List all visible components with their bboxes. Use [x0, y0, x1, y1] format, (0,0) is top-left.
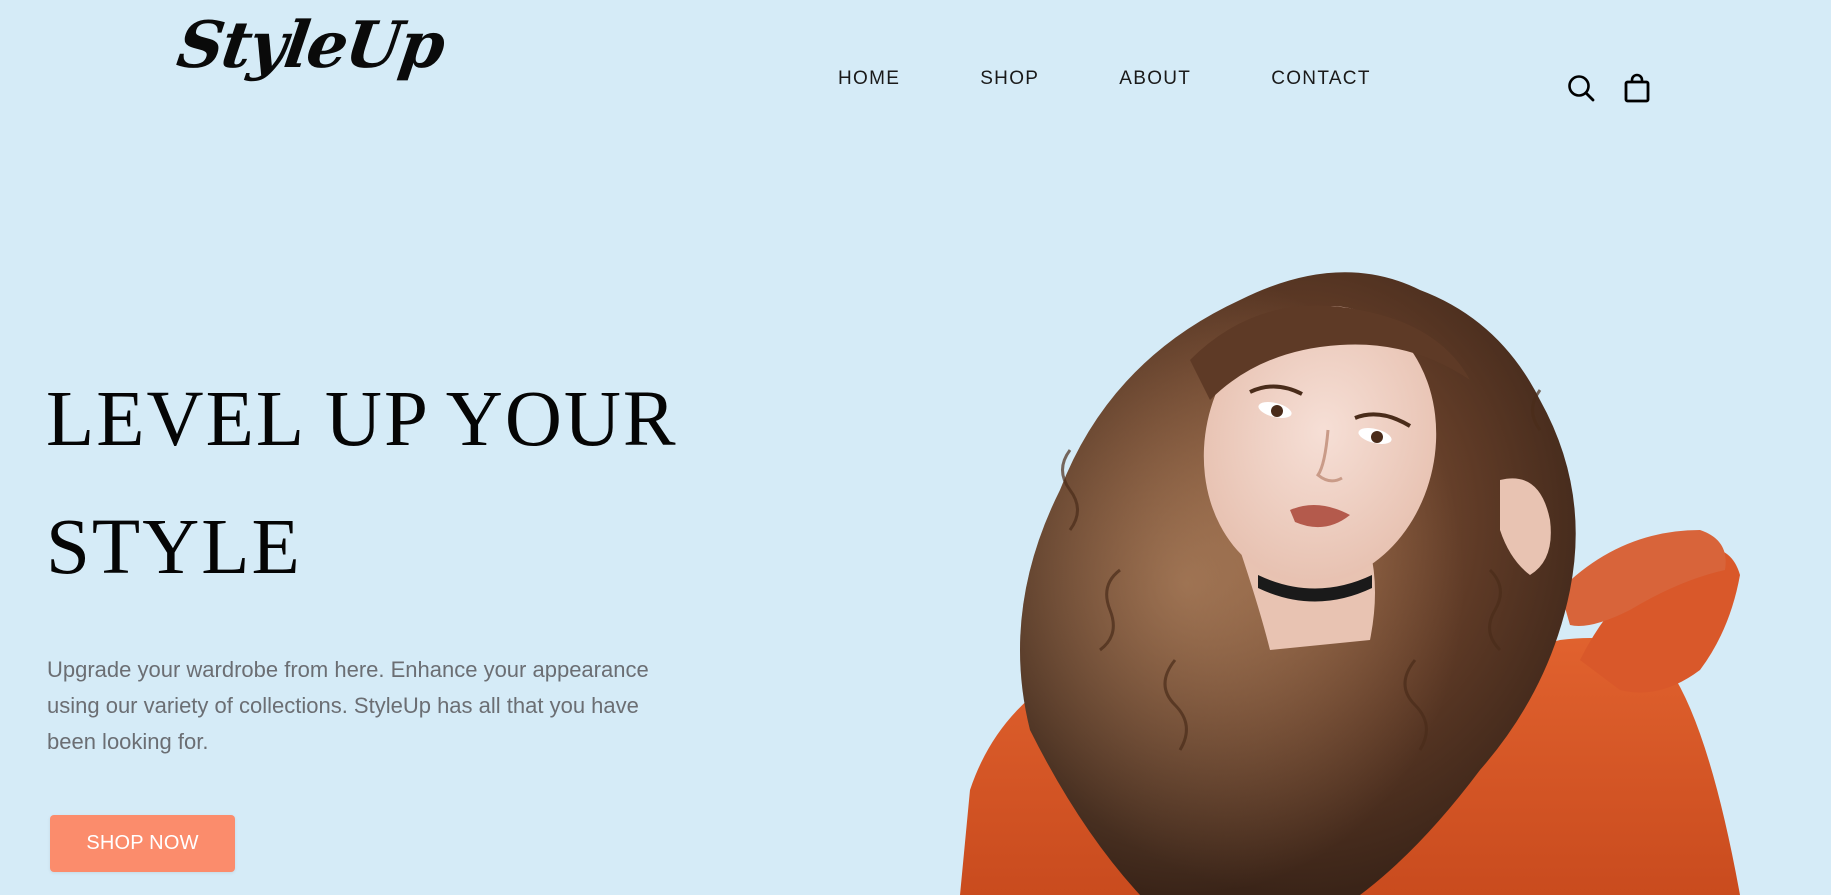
nav-item-about[interactable]: ABOUT: [1119, 68, 1191, 90]
hero-model-image: [960, 272, 1740, 895]
main-nav: HOME SHOP ABOUT CONTACT: [838, 68, 1371, 90]
nav-item-home[interactable]: HOME: [838, 68, 900, 90]
landing-page: StyleUp HOME SHOP ABOUT CONTACT LEVEL UP…: [0, 0, 1831, 895]
hero-title-line-1: LEVEL UP YOUR: [46, 376, 678, 463]
shop-now-button[interactable]: SHOP NOW: [50, 815, 235, 872]
nav-item-contact[interactable]: CONTACT: [1271, 68, 1371, 90]
search-icon[interactable]: [1566, 73, 1596, 103]
hero-title: LEVEL UP YOUR STYLE: [46, 356, 806, 612]
nav-item-shop[interactable]: SHOP: [980, 68, 1039, 90]
hero-description: Upgrade your wardrobe from here. Enhance…: [47, 657, 649, 754]
hero-title-line-2: STYLE: [46, 504, 302, 591]
shopping-bag-icon[interactable]: [1622, 73, 1652, 103]
header-actions: [1566, 73, 1652, 103]
brand-logo[interactable]: StyleUp: [173, 8, 448, 83]
